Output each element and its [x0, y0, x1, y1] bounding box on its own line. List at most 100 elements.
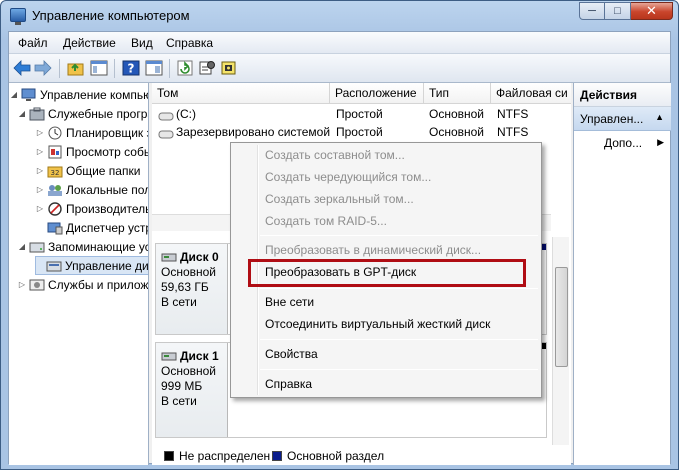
settings-icon[interactable]: [198, 59, 216, 77]
menu-item-create-striped[interactable]: Создать чередующийся том...: [265, 166, 431, 188]
legend-label-primary: Основной раздел: [287, 449, 385, 463]
tree-expand-arrow[interactable]: ▷: [35, 204, 45, 213]
drive-icon: [158, 110, 174, 124]
menu-help[interactable]: Справка: [166, 36, 213, 50]
tree-item-label: Планировщик заданий: [66, 125, 148, 140]
actions-section-disk-management[interactable]: Управлен... ▲: [574, 107, 671, 131]
tree-item-shared-folders[interactable]: ▷ 32 Общие папки: [35, 161, 141, 180]
menu-item-create-raid5[interactable]: Создать том RAID-5...: [265, 210, 387, 232]
disk-size: 59,63 ГБ: [161, 280, 209, 294]
disk-name: Диск 1: [180, 349, 219, 363]
menu-item-detach-vhd[interactable]: Отсоединить виртуальный жесткий диск: [265, 313, 490, 335]
volume-layout: Простой: [336, 107, 383, 121]
legend-swatch-unallocated: [164, 451, 174, 461]
title-bar[interactable]: Управление компьютером ─ □ ✕: [1, 1, 678, 31]
disk-title: Диск 1: [161, 349, 227, 364]
tree-item-label: Управление дисками: [65, 258, 149, 273]
legend: Не распределен Основной раздел: [152, 447, 571, 465]
performance-icon: [47, 201, 63, 216]
tree-item-computer-management[interactable]: ◢ Управление компьютером: [9, 85, 148, 104]
console-tree-icon[interactable]: [90, 59, 108, 77]
menu-item-help[interactable]: Справка: [265, 373, 312, 395]
submenu-arrow-icon: ▶: [657, 137, 664, 147]
event-viewer-icon: [47, 145, 63, 159]
disk-management-icon: [46, 259, 62, 273]
tree-expand-arrow[interactable]: ▷: [35, 147, 45, 156]
tree-item-label: Управление компьютером: [40, 87, 148, 102]
tree-item-device-manager[interactable]: Диспетчер устройств: [45, 218, 148, 237]
table-row[interactable]: (C:) Простой Основной NTFS: [152, 107, 571, 123]
menu-item-offline[interactable]: Вне сети: [265, 291, 314, 313]
tree-expand-arrow[interactable]: ▷: [17, 280, 27, 289]
column-header-layout[interactable]: Расположение: [330, 83, 424, 104]
actions-header: Действия: [574, 83, 671, 107]
menu-view[interactable]: Вид: [131, 36, 153, 50]
shared-folder-icon: 32: [47, 164, 63, 178]
table-row[interactable]: Зарезервировано системой Простой Основно…: [152, 125, 571, 141]
menu-item-convert-dynamic[interactable]: Преобразовать в динамический диск...: [265, 239, 481, 261]
refresh-icon[interactable]: [176, 59, 194, 77]
close-button[interactable]: ✕: [631, 2, 673, 20]
tree-item-label: Служебные программы: [48, 106, 148, 121]
menu-file[interactable]: Файл: [18, 36, 48, 50]
volume-type: Основной: [429, 125, 485, 139]
properties-pane-icon[interactable]: [145, 59, 163, 77]
tree-item-label: Общие папки: [66, 163, 141, 178]
disk-name: Диск 0: [180, 250, 219, 264]
tree-item-performance[interactable]: ▷ Производительность: [35, 199, 148, 218]
disk-manage-icon[interactable]: [220, 59, 238, 77]
drive-icon: [158, 128, 174, 142]
column-header-filesystem[interactable]: Файловая си: [491, 83, 571, 104]
menu-item-create-mirrored[interactable]: Создать зеркальный том...: [265, 188, 414, 210]
help-icon[interactable]: ?: [122, 59, 140, 77]
minimize-button[interactable]: ─: [579, 2, 605, 20]
tree-expand-arrow[interactable]: ◢: [17, 109, 27, 118]
svg-text:32: 32: [51, 169, 60, 177]
tree-item-label: Локальные пользователи: [66, 182, 148, 197]
disk-0-label[interactable]: Диск 0 Основной 59,63 ГБ В сети: [156, 244, 228, 334]
column-header-volume[interactable]: Том: [152, 83, 330, 104]
menu-action[interactable]: Действие: [63, 36, 116, 50]
actions-more-item[interactable]: Допо... ▶: [574, 132, 671, 154]
collapse-arrow-icon[interactable]: ▲: [655, 112, 664, 122]
tree-item-task-scheduler[interactable]: ▷ Планировщик заданий: [35, 123, 148, 142]
computer-management-icon: [21, 88, 37, 102]
forward-arrow-icon[interactable]: [34, 59, 52, 77]
disk-title: Диск 0: [161, 250, 227, 265]
legend-label-unallocated: Не распределен: [179, 449, 271, 463]
tree-item-storage[interactable]: ◢ Запоминающие устройства: [17, 237, 148, 256]
maximize-button[interactable]: □: [605, 2, 631, 20]
tree-item-services[interactable]: ▷ Службы и приложения: [17, 275, 148, 294]
volume-layout: Простой: [336, 125, 383, 139]
tree-expand-arrow[interactable]: ▷: [35, 185, 45, 194]
menu-separator: [260, 288, 538, 289]
tree-item-local-users[interactable]: ▷ Локальные пользователи: [35, 180, 148, 199]
window-title: Управление компьютером: [32, 8, 190, 23]
menu-item-create-spanned[interactable]: Создать составной том...: [265, 144, 405, 166]
tree-expand-arrow[interactable]: ◢: [9, 90, 19, 99]
tree-item-event-viewer[interactable]: ▷ Просмотр событий: [35, 142, 148, 161]
actions-section-label: Управлен...: [580, 112, 644, 126]
toolbar: ?: [9, 54, 670, 83]
device-manager-icon: [47, 221, 63, 235]
scrollbar-thumb[interactable]: [555, 267, 568, 367]
svg-text:?: ?: [128, 62, 135, 76]
tree-expand-arrow[interactable]: ▷: [35, 166, 45, 175]
menu-item-properties[interactable]: Свойства: [265, 343, 318, 365]
highlight-frame: [248, 259, 526, 287]
toolbar-separator: [169, 59, 170, 78]
tree-expand-arrow[interactable]: ▷: [35, 128, 45, 137]
tree-item-disk-management[interactable]: Управление дисками: [35, 256, 149, 275]
actions-more-label: Допо...: [604, 136, 643, 150]
window-controls: ─ □ ✕: [579, 2, 673, 20]
column-header-type[interactable]: Тип: [424, 83, 491, 104]
back-arrow-icon[interactable]: [13, 59, 31, 77]
disk-icon: [161, 253, 177, 262]
toolbar-separator: [114, 59, 115, 78]
vertical-scrollbar[interactable]: [552, 237, 569, 445]
volume-name: Зарезервировано системой: [176, 125, 331, 139]
tree-item-system-tools[interactable]: ◢ Служебные программы: [17, 104, 148, 123]
tree-expand-arrow[interactable]: ◢: [17, 242, 27, 251]
folder-up-icon[interactable]: [67, 59, 85, 77]
disk-1-label[interactable]: Диск 1 Основной 999 МБ В сети: [156, 343, 228, 437]
